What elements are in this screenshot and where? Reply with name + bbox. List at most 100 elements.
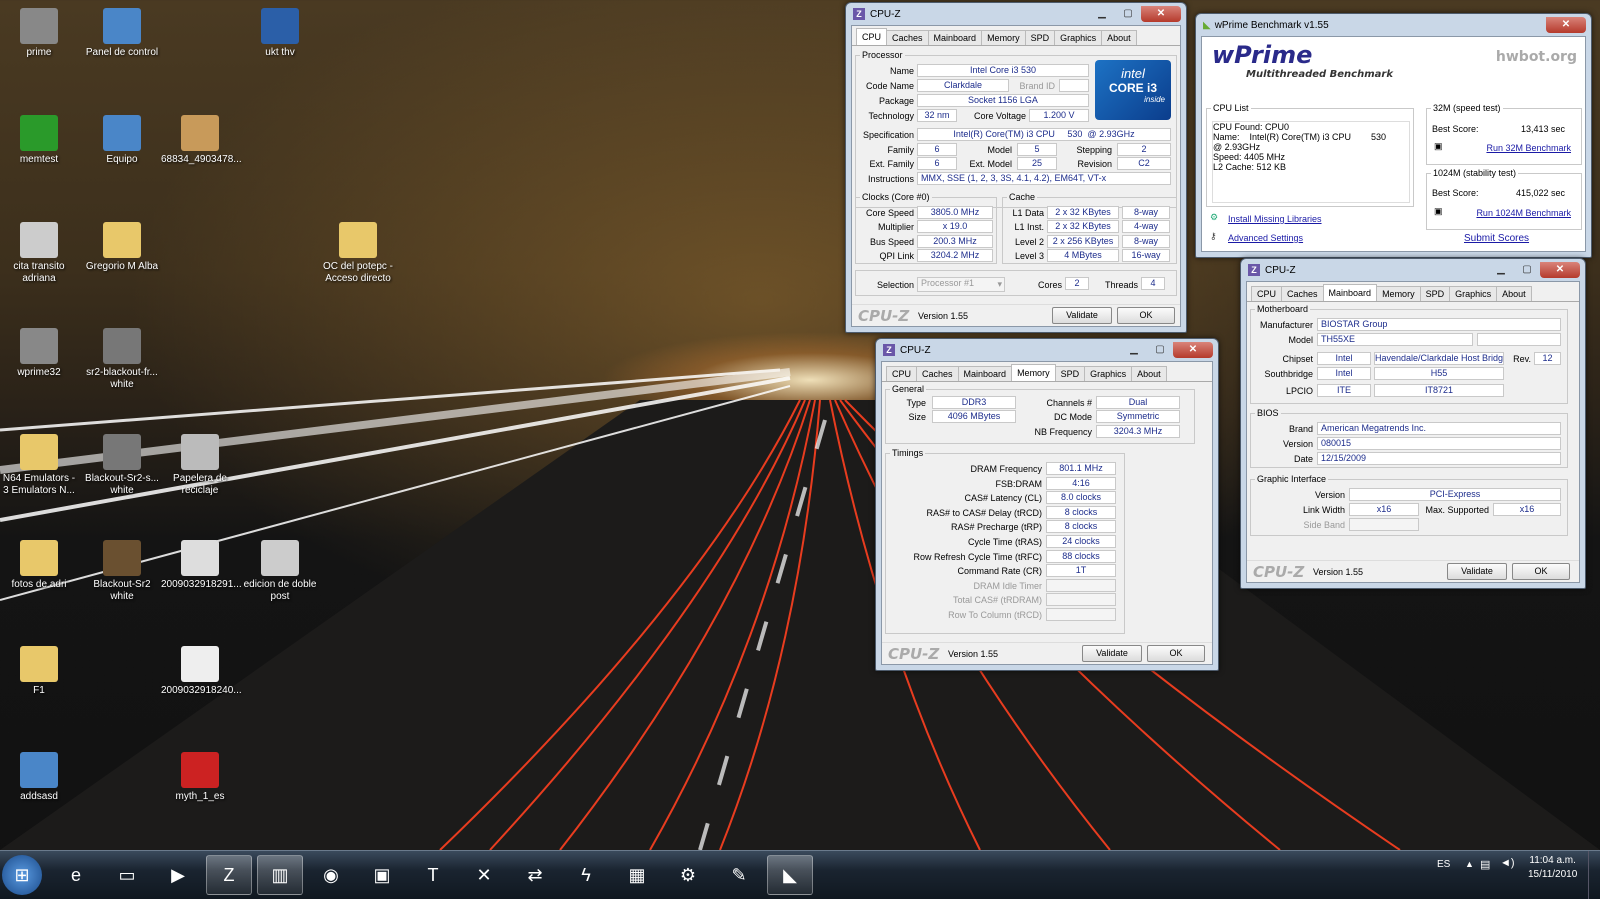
desktop-icon[interactable]: sr2-blackout-fr... white [83, 328, 161, 391]
taskbar-app-button[interactable]: ✎ [716, 855, 762, 895]
desktop-icon[interactable]: 2009032918291... [161, 540, 242, 591]
language-indicator[interactable]: ES [1437, 859, 1450, 870]
tab-mainboard[interactable]: Mainboard [1322, 284, 1378, 301]
run-32m-link[interactable]: Run 32M Benchmark [1486, 143, 1571, 153]
taskbar-app-button[interactable]: ▥ [257, 855, 303, 895]
show-desktop-button[interactable] [1588, 851, 1600, 899]
validate-button[interactable]: Validate [1082, 645, 1142, 662]
minimize-button[interactable]: ▁ [1089, 6, 1115, 22]
tray-arrow-icon[interactable]: ▲ [1465, 859, 1474, 869]
validate-button[interactable]: Validate [1052, 307, 1112, 324]
tab-mainboard[interactable]: Mainboard [927, 30, 983, 45]
cpuz-memory-window[interactable]: Z CPU-Z ▁ ▢ ✕ CPU Caches Mainboard Memory SPD Gr… [875, 338, 1219, 671]
minimize-button[interactable]: ▁ [1121, 342, 1147, 358]
install-libraries-link[interactable]: Install Missing Libraries [1228, 214, 1322, 224]
spec-label: Specification [862, 130, 914, 140]
desktop-icon[interactable]: Blackout-Sr2 white [83, 540, 161, 603]
taskbar-app-button[interactable]: ⇄ [512, 855, 558, 895]
tab-cpu[interactable]: CPU [886, 366, 918, 381]
tab-mainboard[interactable]: Mainboard [957, 366, 1013, 381]
desktop-icon[interactable]: addsasd [0, 752, 78, 803]
taskbar-app-button[interactable]: ▶ [155, 855, 201, 895]
tab-caches[interactable]: Caches [916, 366, 959, 381]
ok-button[interactable]: OK [1512, 563, 1570, 580]
close-button[interactable]: ✕ [1141, 6, 1181, 22]
maximize-button[interactable]: ▢ [1514, 262, 1540, 278]
taskbar-app-button[interactable]: ▭ [104, 855, 150, 895]
taskbar-app-button[interactable]: e [53, 855, 99, 895]
selection-dropdown[interactable]: Processor #1 ▾ [917, 277, 1005, 292]
run-1024m-link[interactable]: Run 1024M Benchmark [1476, 208, 1571, 218]
desktop-icon[interactable]: cita transito adriana [0, 222, 78, 285]
taskbar-app-button[interactable]: ▦ [614, 855, 660, 895]
pdf-icon [181, 752, 219, 788]
minimize-button[interactable]: ▁ [1488, 262, 1514, 278]
desktop-icon[interactable]: 2009032918240... [161, 646, 242, 697]
tab-about[interactable]: About [1496, 286, 1532, 301]
title-bar[interactable]: Z CPU-Z ▁ ▢ ✕ [1246, 259, 1580, 281]
cpu-list[interactable]: CPU Found: CPU0 Name: Intel(R) Core(TM) i… [1212, 121, 1410, 203]
network-icon[interactable]: ▤ [1480, 858, 1490, 871]
tab-cpu[interactable]: CPU [856, 28, 888, 45]
title-bar[interactable]: Z CPU-Z ▁ ▢ ✕ [851, 3, 1181, 25]
desktop-icon[interactable]: ukt thv [241, 8, 319, 59]
tab-spd[interactable]: SPD [1024, 30, 1056, 45]
clock[interactable]: 11:04 a.m. 15/11/2010 [1528, 854, 1577, 882]
cpuz-cpu-window[interactable]: Z CPU-Z ▁ ▢ ✕ CPU Caches Mainboard Memory SPD Gr… [845, 2, 1187, 333]
tab-graphics[interactable]: Graphics [1084, 366, 1133, 381]
tab-spd[interactable]: SPD [1419, 286, 1451, 301]
ok-button[interactable]: OK [1147, 645, 1205, 662]
validate-button[interactable]: Validate [1447, 563, 1507, 580]
tab-about[interactable]: About [1131, 366, 1167, 381]
tab-cpu[interactable]: CPU [1251, 286, 1283, 301]
title-bar[interactable]: Z CPU-Z ▁ ▢ ✕ [881, 339, 1213, 361]
desktop-icon[interactable]: edicion de doble post [241, 540, 319, 603]
tab-about[interactable]: About [1101, 30, 1137, 45]
maximize-button[interactable]: ▢ [1147, 342, 1173, 358]
desktop-icon[interactable]: wprime32 [0, 328, 78, 379]
taskbar-app-button[interactable]: ◉ [308, 855, 354, 895]
submit-scores-link[interactable]: Submit Scores [1464, 233, 1529, 244]
tab-graphics[interactable]: Graphics [1449, 286, 1498, 301]
desktop-icon[interactable]: prime [0, 8, 78, 59]
taskbar-app-button[interactable]: ◣ [767, 855, 813, 895]
desktop-icon[interactable]: F1 [0, 646, 78, 697]
desktop-icon[interactable]: myth_1_es [161, 752, 239, 803]
desktop-icon[interactable]: Equipo [83, 115, 161, 166]
ok-button[interactable]: OK [1117, 307, 1175, 324]
maximize-button[interactable]: ▢ [1115, 6, 1141, 22]
tab-memory[interactable]: Memory [981, 30, 1026, 45]
taskbar-app-button[interactable]: Z [206, 855, 252, 895]
title-bar[interactable]: ◣ wPrime Benchmark v1.55 ✕ [1201, 14, 1586, 36]
desktop-icon[interactable]: memtest [0, 115, 78, 166]
close-button[interactable]: ✕ [1546, 17, 1586, 33]
taskbar-app-button[interactable]: ⚙ [665, 855, 711, 895]
start-button[interactable]: ⊞ [2, 855, 42, 895]
desktop-icon[interactable]: 68834_4903478... [161, 115, 242, 166]
taskbar-app-button[interactable]: ϟ [563, 855, 609, 895]
tab-memory[interactable]: Memory [1376, 286, 1421, 301]
taskbar-app-button[interactable]: ✕ [461, 855, 507, 895]
desktop-icon[interactable]: OC del potepc - Acceso directo [319, 222, 397, 285]
tab-spd[interactable]: SPD [1054, 366, 1086, 381]
desktop-icon[interactable]: Papelera de reciclaje [161, 434, 239, 497]
close-button[interactable]: ✕ [1540, 262, 1580, 278]
desktop-icon[interactable]: Panel de control [83, 8, 161, 59]
desktop-icon[interactable]: Blackout-Sr2-s... white [83, 434, 161, 497]
volume-icon[interactable]: ◄) [1500, 857, 1515, 869]
tab-caches[interactable]: Caches [1281, 286, 1324, 301]
desktop-icon[interactable]: N64 Emulators - 3 Emulators N... [0, 434, 78, 497]
tab-graphics[interactable]: Graphics [1054, 30, 1103, 45]
tab-caches[interactable]: Caches [886, 30, 929, 45]
desktop-icon[interactable]: Gregorio M Alba [83, 222, 161, 273]
advanced-settings-link[interactable]: Advanced Settings [1228, 233, 1303, 243]
desktop-icon[interactable]: fotos de adri [0, 540, 78, 591]
taskbar-app-button[interactable]: T [410, 855, 456, 895]
link-app-icon: ⇄ [527, 864, 543, 885]
close-button[interactable]: ✕ [1173, 342, 1213, 358]
dcmode-value: Symmetric [1096, 410, 1180, 423]
cpuz-mainboard-window[interactable]: Z CPU-Z ▁ ▢ ✕ CPU Caches Mainboard Memory SPD Gr… [1240, 258, 1586, 589]
wprime-window[interactable]: ◣ wPrime Benchmark v1.55 ✕ wPrime Multith… [1195, 13, 1592, 258]
taskbar-app-button[interactable]: ▣ [359, 855, 405, 895]
tab-memory[interactable]: Memory [1011, 364, 1056, 381]
